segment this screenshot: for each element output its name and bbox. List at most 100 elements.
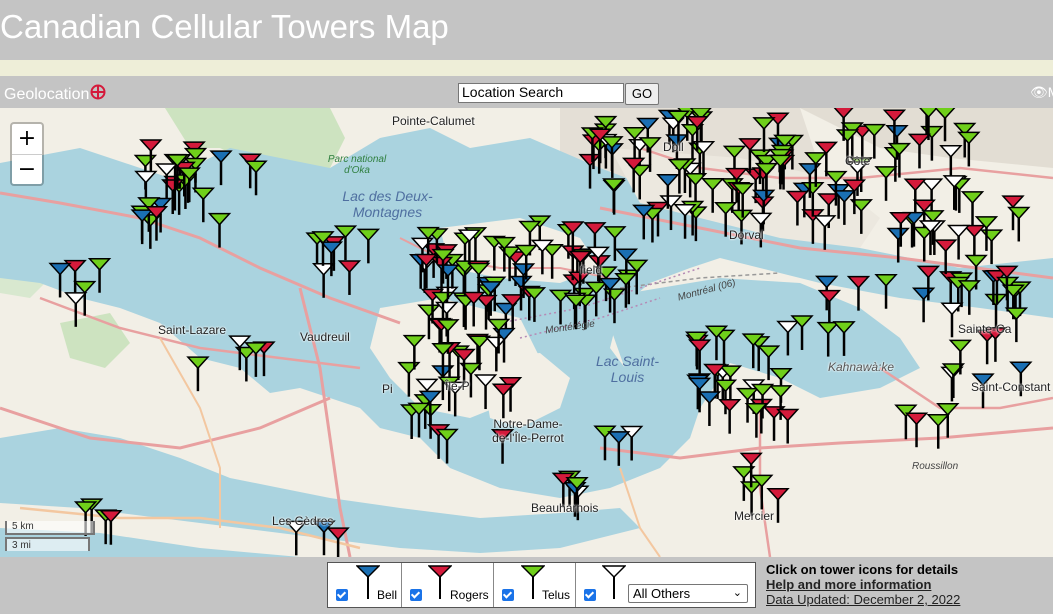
- tower-head[interactable]: [776, 320, 800, 334]
- map-area[interactable]: + − Pointe-Calumet Parc national d'Oka L…: [0, 108, 1053, 557]
- map-options-button[interactable]: 👁M: [1030, 84, 1053, 101]
- telus-tower-marker[interactable]: [87, 257, 112, 293]
- tower-head[interactable]: [960, 191, 985, 204]
- tower-head[interactable]: [73, 280, 97, 294]
- tower-head[interactable]: [356, 228, 381, 242]
- rogers-tower-marker[interactable]: [326, 527, 350, 557]
- others-tower-marker[interactable]: [473, 374, 498, 410]
- bell-tower-marker[interactable]: [886, 227, 910, 263]
- telus-tower-marker[interactable]: [832, 321, 856, 356]
- tower-head[interactable]: [133, 154, 158, 168]
- tower-head[interactable]: [948, 339, 973, 353]
- telus-tower-marker[interactable]: [356, 228, 381, 264]
- rogers-tower-marker[interactable]: [337, 260, 362, 295]
- tower-head[interactable]: [964, 254, 988, 268]
- tower-head[interactable]: [885, 125, 909, 138]
- bell-checkbox[interactable]: [336, 589, 348, 601]
- telus-tower-marker[interactable]: [186, 356, 210, 392]
- tower-head[interactable]: [936, 402, 960, 416]
- tower-head[interactable]: [602, 288, 627, 302]
- tower-head[interactable]: [139, 139, 163, 153]
- data-updated-link[interactable]: Data Updated: December 2, 2022: [766, 592, 960, 607]
- tower-head[interactable]: [907, 133, 932, 147]
- tower-head[interactable]: [804, 152, 828, 166]
- telus-tower-marker[interactable]: [816, 321, 840, 357]
- others-checkbox[interactable]: [584, 589, 596, 601]
- others-tower-marker[interactable]: [939, 144, 963, 180]
- tower-head[interactable]: [957, 131, 981, 145]
- telus-checkbox[interactable]: [502, 589, 514, 601]
- telus-tower-marker[interactable]: [750, 474, 774, 510]
- tower-head[interactable]: [402, 334, 427, 348]
- bell-tower-marker[interactable]: [607, 431, 631, 466]
- telus-tower-marker[interactable]: [540, 244, 564, 279]
- tower-head[interactable]: [207, 212, 232, 226]
- tower-head[interactable]: [417, 304, 441, 318]
- tower-head[interactable]: [933, 239, 958, 253]
- tower-head[interactable]: [904, 412, 929, 426]
- telus-tower-marker[interactable]: [874, 273, 898, 309]
- telus-tower-marker[interactable]: [397, 361, 421, 397]
- telus-tower-marker[interactable]: [874, 166, 898, 201]
- tower-head[interactable]: [824, 170, 848, 184]
- zoom-out-button[interactable]: −: [12, 155, 42, 185]
- tower-head[interactable]: [756, 345, 781, 359]
- others-tower-marker[interactable]: [776, 320, 800, 356]
- tower-head[interactable]: [518, 220, 542, 234]
- geolocation-button[interactable]: Geolocation: [4, 84, 106, 105]
- tower-head[interactable]: [434, 301, 459, 315]
- tower-head[interactable]: [603, 226, 627, 240]
- telus-tower-marker[interactable]: [979, 229, 1004, 265]
- tower-head[interactable]: [333, 225, 358, 239]
- tower-head[interactable]: [700, 178, 725, 191]
- tower-head[interactable]: [886, 227, 910, 241]
- tower-head[interactable]: [687, 377, 712, 391]
- rogers-tower-marker[interactable]: [904, 412, 929, 448]
- tower-head[interactable]: [1004, 307, 1029, 321]
- tower-head[interactable]: [833, 108, 854, 119]
- tower-head[interactable]: [874, 166, 898, 179]
- tower-head[interactable]: [911, 287, 936, 301]
- tower-head[interactable]: [766, 488, 790, 501]
- tower-head[interactable]: [154, 163, 179, 177]
- telus-tower-marker[interactable]: [602, 288, 627, 324]
- help-link[interactable]: Help and more information: [766, 577, 960, 592]
- telus-tower-marker[interactable]: [514, 244, 538, 280]
- tower-head[interactable]: [815, 275, 839, 289]
- rogers-tower-marker[interactable]: [817, 289, 842, 325]
- others-tower-marker[interactable]: [813, 215, 837, 250]
- tower-head[interactable]: [882, 109, 907, 123]
- tower-head[interactable]: [191, 187, 215, 201]
- telus-tower-marker[interactable]: [883, 147, 908, 182]
- tower-head[interactable]: [832, 321, 856, 335]
- tower-head[interactable]: [926, 413, 950, 427]
- tower-head[interactable]: [578, 153, 602, 167]
- zoom-in-button[interactable]: +: [12, 124, 42, 155]
- tower-head[interactable]: [687, 339, 712, 353]
- tower-head[interactable]: [918, 108, 938, 119]
- tower-head[interactable]: [979, 229, 1004, 243]
- crosshair-icon[interactable]: [90, 84, 106, 105]
- tower-head[interactable]: [1001, 195, 1025, 209]
- bell-tower-marker[interactable]: [911, 287, 936, 323]
- rogers-tower-marker[interactable]: [717, 398, 742, 434]
- tower-head[interactable]: [722, 145, 747, 159]
- telus-tower-marker[interactable]: [957, 131, 981, 167]
- tower-head[interactable]: [916, 265, 941, 279]
- tower-head[interactable]: [739, 452, 763, 466]
- bell-tower-marker[interactable]: [209, 150, 233, 186]
- telus-tower-marker[interactable]: [920, 125, 944, 161]
- tower-head[interactable]: [769, 368, 793, 381]
- go-button[interactable]: GO: [625, 83, 659, 105]
- tower-head[interactable]: [415, 378, 439, 392]
- tower-head[interactable]: [752, 117, 776, 131]
- telus-tower-marker[interactable]: [756, 345, 781, 381]
- tower-head[interactable]: [87, 257, 112, 271]
- telus-tower-marker[interactable]: [207, 212, 232, 248]
- telus-tower-marker[interactable]: [926, 413, 950, 449]
- location-search-input[interactable]: Location Search: [458, 83, 624, 103]
- tower-head[interactable]: [874, 273, 898, 287]
- tower-head[interactable]: [319, 241, 344, 255]
- telus-tower-marker[interactable]: [191, 187, 215, 223]
- rogers-tower-marker[interactable]: [687, 339, 712, 375]
